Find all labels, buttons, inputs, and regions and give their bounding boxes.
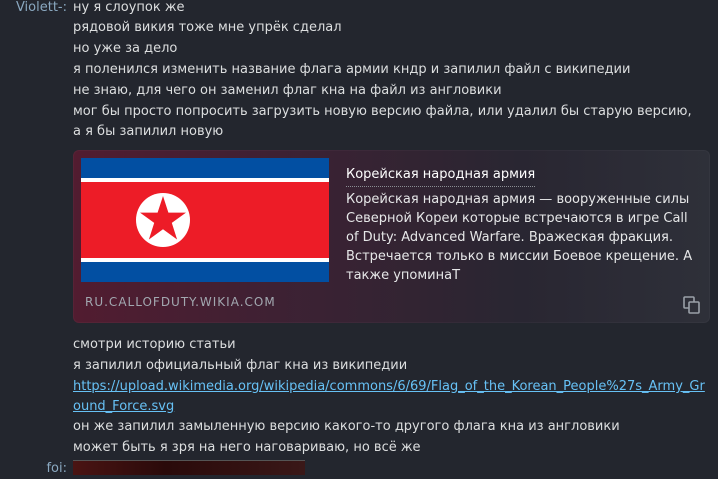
- chat-message: может быть я зря на него наговариваю, но…: [73, 440, 421, 455]
- image-thumbnail[interactable]: [73, 460, 305, 475]
- chat-message: я запилил официальный флаг кна из википе…: [73, 358, 408, 373]
- copy-icon[interactable]: [683, 296, 701, 314]
- chat-message: я поленился изменить название флага арми…: [73, 62, 631, 77]
- embed-description: Корейская народная армия — вооруженные с…: [346, 192, 693, 283]
- embed-domain[interactable]: RU.CALLOFDUTY.WIKIA.COM: [85, 295, 276, 309]
- author-name[interactable]: foi:: [0, 459, 67, 479]
- author-name[interactable]: Violett-:: [0, 0, 67, 18]
- chat-message: он же запилил замыленную версию какого-т…: [73, 419, 620, 434]
- link-embed-card[interactable]: Корейская народная армия Корейская народ…: [73, 150, 710, 323]
- embed-title-link[interactable]: Корейская народная армия: [346, 165, 536, 187]
- chat-message: рядовой викия тоже мне упрёк сделал: [73, 20, 342, 35]
- north-korea-flag-icon: [81, 158, 329, 282]
- chat-message: ну я слоупок же: [73, 0, 185, 15]
- chat-message: но уже за дело: [73, 41, 178, 56]
- chat-message: мог бы просто попросить загрузить новую …: [73, 104, 692, 139]
- chat-message: не знаю, для чего он заменил флаг кна на…: [73, 83, 502, 98]
- wikimedia-link[interactable]: https://upload.wikimedia.org/wikipedia/c…: [73, 379, 705, 414]
- chat-link[interactable]: https://upload.wikimedia.org/wikipedia/c…: [73, 377, 709, 417]
- north-korea-flag-thumbnail[interactable]: [81, 158, 329, 282]
- chat-message: смотри историю статьи: [73, 337, 236, 352]
